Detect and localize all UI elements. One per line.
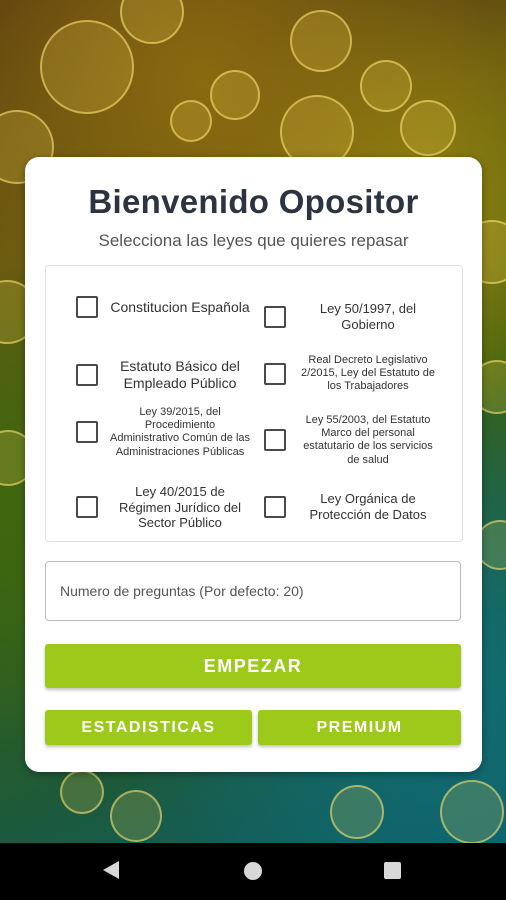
home-circle-icon[interactable] [244, 862, 262, 880]
laws-selection-box: Constitucion Española Estatuto Básico de… [45, 265, 463, 542]
law-label: Constitucion Española [110, 298, 250, 315]
law-label: Real Decreto Legislativo 2/2015, Ley del… [301, 354, 435, 393]
bokeh-circle [60, 770, 104, 814]
bokeh-circle [330, 785, 384, 839]
bokeh-circle [120, 0, 184, 44]
bokeh-circle [290, 10, 352, 72]
checkbox[interactable] [76, 421, 98, 444]
law-label: Ley 40/2015 de Régimen Jurídico del Sect… [118, 484, 242, 531]
law-option-constitucion[interactable]: Constitucion Española [76, 296, 250, 318]
law-option-estatuto-trabajadores[interactable]: Real Decreto Legislativo 2/2015, Ley del… [264, 354, 438, 394]
law-option-estatuto-basico[interactable]: Estatuto Básico del Empleado Público [76, 358, 250, 392]
law-option-ley-40-2015[interactable]: Ley 40/2015 de Régimen Jurídico del Sect… [76, 484, 250, 531]
checkbox[interactable] [76, 496, 98, 519]
bokeh-circle [110, 790, 162, 842]
back-triangle-icon[interactable] [103, 861, 119, 879]
law-label: Ley Orgánica de Protección de Datos [309, 491, 427, 522]
law-option-proteccion-datos[interactable]: Ley Orgánica de Protección de Datos [264, 491, 438, 522]
bokeh-circle [170, 100, 212, 142]
law-label: Estatuto Básico del Empleado Público [120, 358, 240, 391]
law-option-ley-39-2015[interactable]: Ley 39/2015, del Procedimiento Administr… [76, 406, 250, 459]
law-option-ley-50-1997[interactable]: Ley 50/1997, del Gobierno [264, 301, 438, 332]
question-count-input[interactable] [46, 562, 464, 620]
page-title: Bienvenido Opositor [88, 183, 419, 220]
law-label: Ley 39/2015, del Procedimiento Administr… [110, 406, 251, 458]
welcome-card: Bienvenido Opositor Selecciona las leyes… [25, 157, 482, 772]
checkbox[interactable] [76, 363, 98, 386]
law-option-ley-55-2003[interactable]: Ley 55/2003, del Estatuto Marco del pers… [264, 414, 438, 467]
page-subtitle: Selecciona las leyes que quieres repasar [98, 231, 409, 250]
bokeh-circle [400, 100, 456, 156]
bokeh-circle [360, 60, 412, 112]
checkbox[interactable] [264, 429, 286, 452]
start-button[interactable]: EMPEZAR [45, 644, 461, 688]
checkbox[interactable] [76, 296, 98, 318]
law-label: Ley 50/1997, del Gobierno [319, 301, 417, 332]
premium-button[interactable]: PREMIUM [258, 710, 461, 745]
checkbox[interactable] [264, 305, 286, 328]
law-label: Ley 55/2003, del Estatuto Marco del pers… [303, 414, 433, 466]
checkbox[interactable] [264, 362, 286, 385]
bokeh-circle [210, 70, 260, 120]
question-count-field[interactable] [45, 561, 464, 621]
statistics-button[interactable]: ESTADISTICAS [45, 710, 252, 745]
checkbox[interactable] [264, 495, 286, 518]
bokeh-circle [40, 20, 134, 114]
bokeh-circle [440, 780, 504, 843]
recents-square-icon[interactable] [384, 862, 401, 879]
